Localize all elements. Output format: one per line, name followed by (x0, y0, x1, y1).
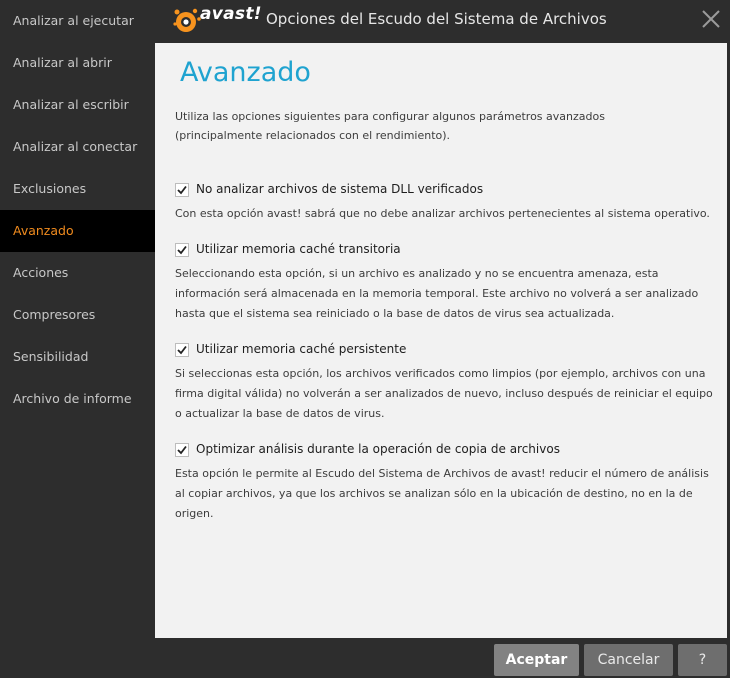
sidebar-item-analizar-al-abrir[interactable]: Analizar al abrir (0, 42, 155, 84)
sidebar-item-acciones[interactable]: Acciones (0, 252, 155, 294)
close-icon[interactable] (700, 8, 722, 30)
settings-panel: Avanzado Utiliza las opciones siguientes… (155, 43, 727, 638)
option-dll-verificados: No analizar archivos de sistema DLL veri… (175, 181, 715, 224)
option-description: Esta opción le permite al Escudo del Sis… (175, 467, 709, 520)
checkmark-icon (177, 185, 187, 195)
checkbox-dll-verificados[interactable] (175, 183, 189, 197)
cancel-button[interactable]: Cancelar (584, 644, 673, 676)
brand-logo-text: avast! (200, 4, 262, 24)
option-description: Seleccionando esta opción, si un archivo… (175, 267, 699, 320)
checkbox-optimizar-copia[interactable] (175, 443, 189, 457)
sidebar-item-archivo-de-informe[interactable]: Archivo de informe (0, 378, 155, 420)
sidebar-item-analizar-al-escribir[interactable]: Analizar al escribir (0, 84, 155, 126)
checkbox-cache-persistente[interactable] (175, 343, 189, 357)
option-cache-transitoria: Utilizar memoria caché transitoria Selec… (175, 241, 715, 324)
option-label: Utilizar memoria caché transitoria (196, 242, 401, 256)
option-label: Utilizar memoria caché persistente (196, 342, 407, 356)
sidebar-item-compresores[interactable]: Compresores (0, 294, 155, 336)
help-button[interactable]: ? (678, 644, 727, 676)
option-description: Si seleccionas esta opción, los archivos… (175, 367, 713, 420)
checkmark-icon (177, 245, 187, 255)
option-description: Con esta opción avast! sabrá que no debe… (175, 207, 710, 220)
sidebar-item-exclusiones[interactable]: Exclusiones (0, 168, 155, 210)
intro-text: Utiliza las opciones siguientes para con… (175, 110, 605, 142)
sidebar-item-sensibilidad[interactable]: Sensibilidad (0, 336, 155, 378)
option-label: Optimizar análisis durante la operación … (196, 442, 560, 456)
sidebar-item-avanzado[interactable]: Avanzado (0, 210, 155, 252)
checkmark-icon (177, 345, 187, 355)
sidebar-item-analizar-al-conectar[interactable]: Analizar al conectar (0, 126, 155, 168)
accept-button[interactable]: Aceptar (494, 644, 579, 676)
window-title: Opciones del Escudo del Sistema de Archi… (266, 10, 607, 28)
option-cache-persistente: Utilizar memoria caché persistente Si se… (175, 341, 715, 424)
title-bar: avast! Opciones del Escudo del Sistema d… (155, 0, 730, 42)
checkbox-cache-transitoria[interactable] (175, 243, 189, 257)
checkmark-icon (177, 445, 187, 455)
avast-logo-icon (173, 8, 201, 32)
option-optimizar-copia: Optimizar análisis durante la operación … (175, 441, 715, 524)
sidebar-item-analizar-al-ejecutar[interactable]: Analizar al ejecutar (0, 0, 155, 42)
option-label: No analizar archivos de sistema DLL veri… (196, 182, 484, 196)
page-title: Avanzado (180, 57, 311, 88)
sidebar: Analizar al ejecutar Analizar al abrir A… (0, 0, 155, 678)
